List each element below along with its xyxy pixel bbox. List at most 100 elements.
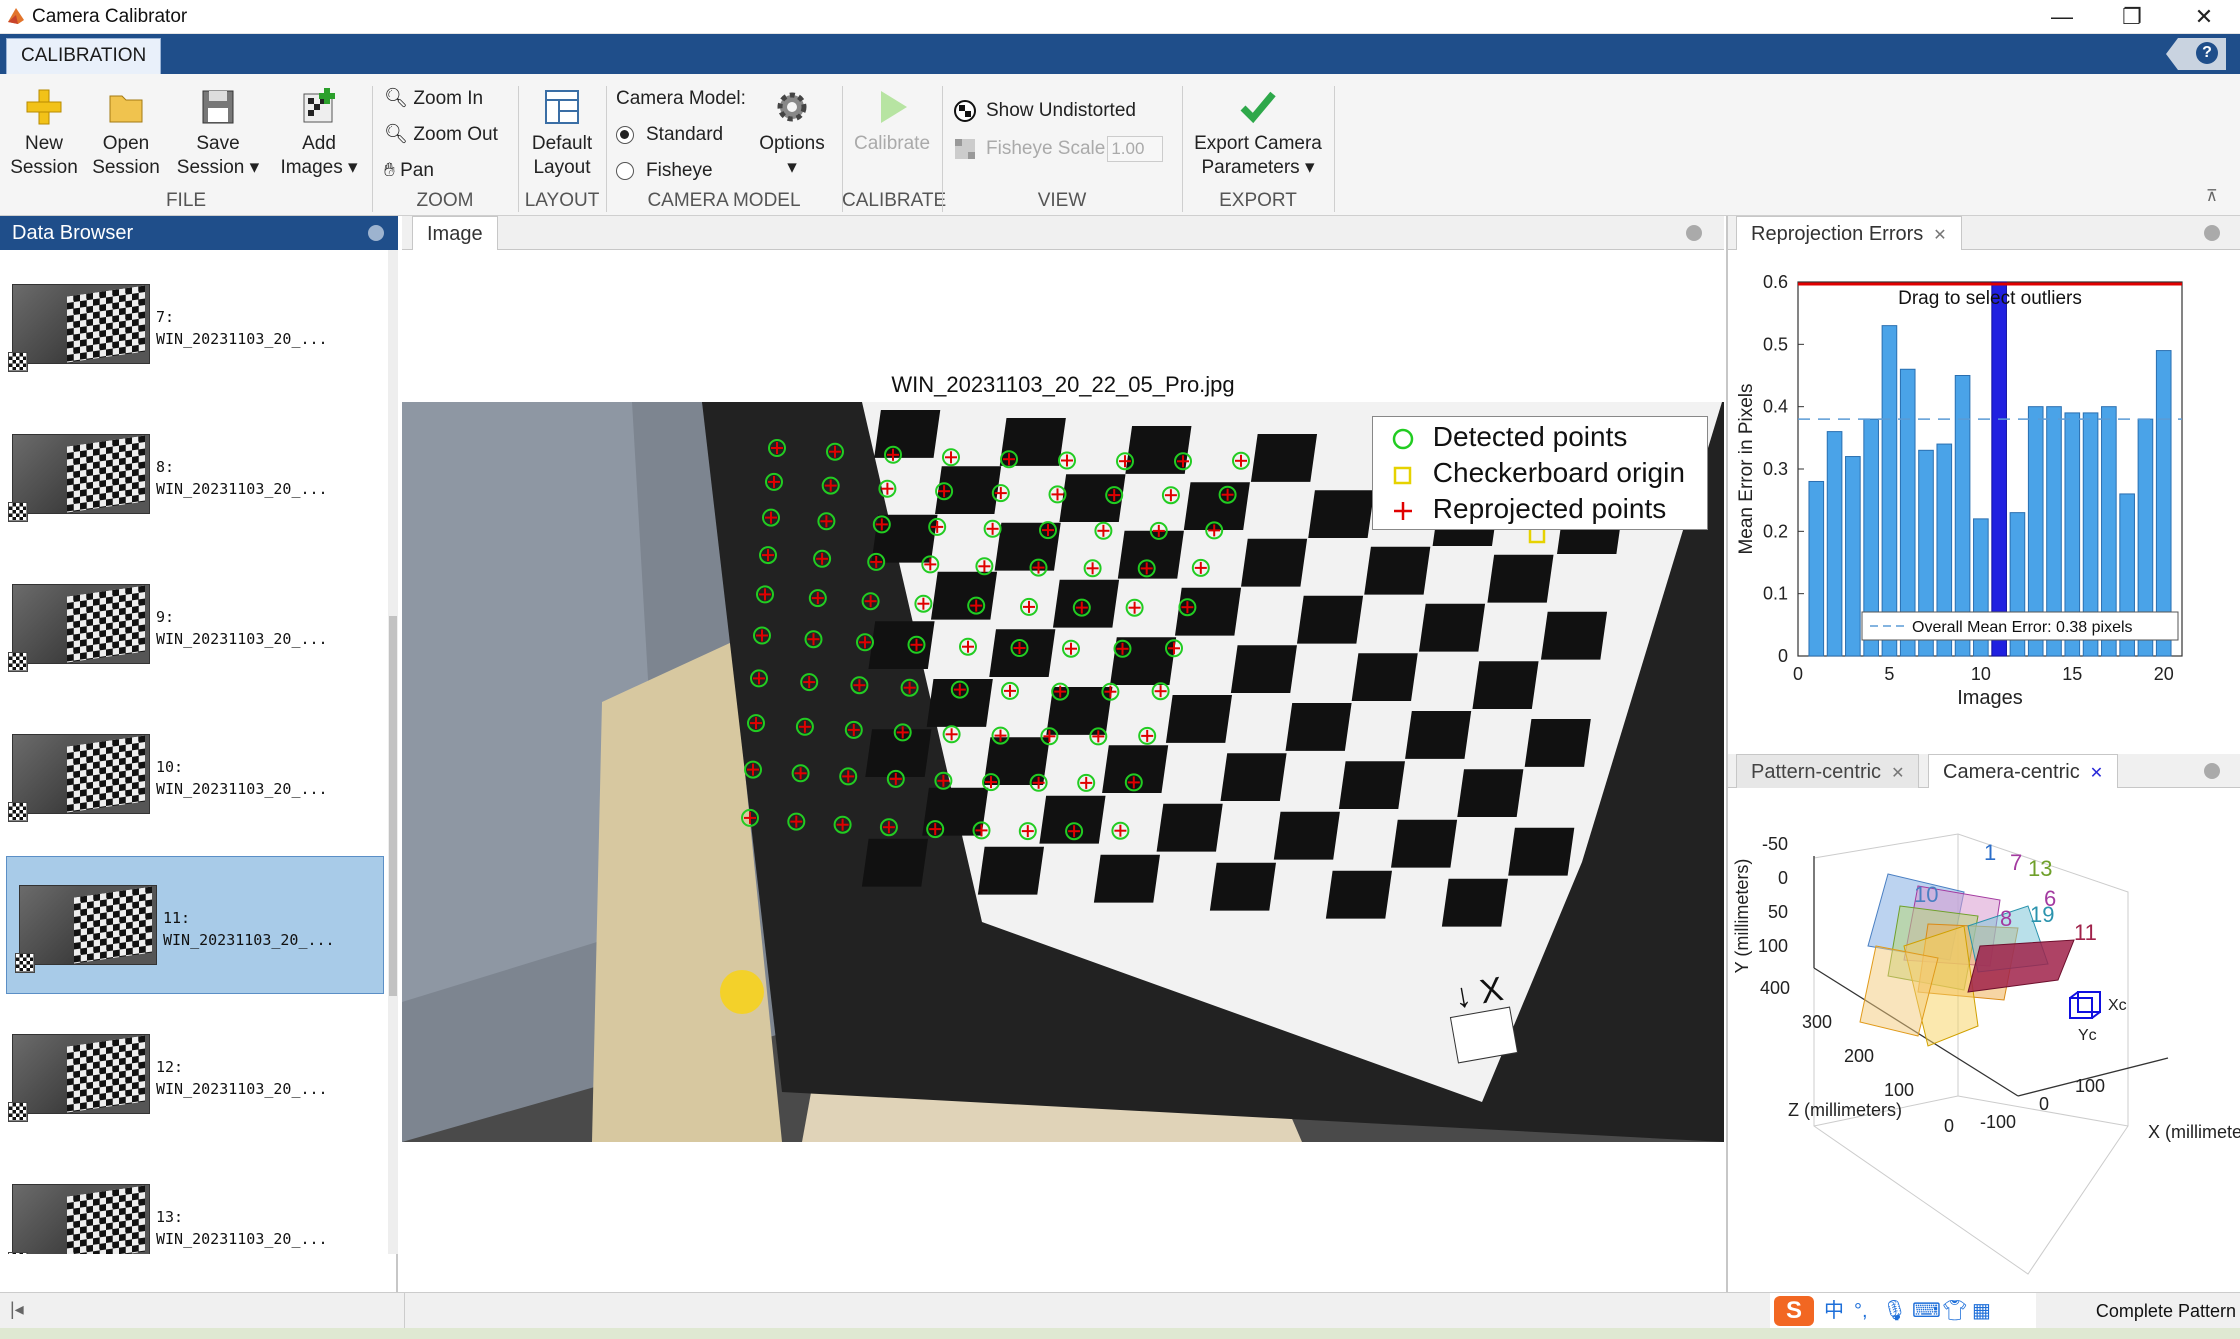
ime-toolbar[interactable]: S 中 °, 🎙︎ ⌨︎ 👕︎ ▦ — [1770, 1293, 2036, 1329]
list-item[interactable]: 7: WIN_20231103_20_... — [0, 256, 386, 396]
new-session-label-2: Session — [10, 157, 78, 178]
add-images-button[interactable]: Add Images ▾ — [272, 88, 366, 180]
tab-image[interactable]: Image — [412, 216, 498, 250]
floppy-disk-icon — [202, 90, 234, 124]
open-session-button[interactable]: Open Session — [90, 88, 162, 180]
detected-point — [1124, 773, 1143, 792]
checker-square — [1165, 695, 1233, 743]
panel-options-icon[interactable] — [368, 225, 384, 241]
ribbon: New Session Open Session Save Session ▾ … — [0, 74, 2240, 216]
red-plus-icon — [1394, 501, 1412, 520]
first-page-icon[interactable]: |◂ — [10, 1299, 24, 1320]
zoom-out-button[interactable]: 🔍︎ Zoom Out — [384, 122, 498, 148]
pane-options-icon[interactable] — [2204, 225, 2220, 241]
pane-options-icon[interactable] — [1686, 225, 1702, 241]
detected-point — [867, 552, 886, 571]
radio-standard[interactable]: Standard — [616, 122, 723, 148]
list-item-label: 12: WIN_20231103_20_... — [156, 1056, 328, 1100]
mean-legend-label: Overall Mean Error: 0.38 pixels — [1912, 619, 2133, 636]
checkerboard-badge-icon — [8, 1102, 28, 1122]
pan-label: Pan — [400, 160, 434, 181]
checker-square — [1418, 603, 1486, 652]
export-camera-parameters-button[interactable]: Export Camera Parameters ▾ — [1188, 88, 1328, 180]
save-session-button[interactable]: Save Session ▾ — [168, 88, 268, 180]
group-label-zoom: ZOOM — [416, 190, 474, 211]
close-tab-icon[interactable]: ✕ — [1933, 227, 1946, 244]
detected-point — [1232, 451, 1250, 470]
collapse-ribbon-icon[interactable]: ⊼ — [2206, 186, 2218, 206]
checkerboard-icon — [954, 99, 976, 122]
detected-point — [747, 714, 765, 733]
detected-point — [983, 519, 1002, 538]
yellow-square-icon — [1393, 466, 1412, 484]
keyboard-icon[interactable]: ⌨︎ — [1912, 1296, 1941, 1326]
list-item-name: WIN_20231103_20_... — [163, 931, 335, 949]
radio-fisheye[interactable]: Fisheye — [616, 158, 713, 184]
close-tab-icon[interactable]: ✕ — [1891, 765, 1904, 782]
restore-button[interactable]: ❐ — [2102, 2, 2162, 32]
zoom-in-label: Zoom In — [413, 88, 484, 109]
default-layout-label-1: Default — [531, 133, 593, 154]
sogou-logo-icon[interactable]: S — [1774, 1296, 1814, 1326]
help-button[interactable]: ? — [2166, 38, 2226, 70]
tab-reprojection-errors[interactable]: Reprojection Errors ✕ — [1736, 216, 1962, 250]
close-tab-icon[interactable]: ✕ — [2090, 765, 2103, 782]
default-layout-button[interactable]: Default Layout — [524, 88, 600, 180]
radio-selected-icon — [616, 125, 634, 144]
list-item[interactable]: 11: WIN_20231103_20_... — [6, 856, 384, 994]
detected-point — [826, 442, 844, 461]
checkerboard-badge-icon — [8, 502, 28, 522]
camera-y-label: Yc — [2078, 1027, 2097, 1044]
z-tick-label: 0 — [1944, 1116, 1954, 1136]
detected-point — [1191, 558, 1210, 577]
close-window-button[interactable]: ✕ — [2174, 2, 2234, 32]
detected-point — [756, 585, 774, 604]
list-item[interactable]: 9: WIN_20231103_20_... — [0, 556, 386, 696]
zoom-in-icon: 🔍︎ — [384, 88, 414, 109]
chinese-mode-icon[interactable]: 中 — [1824, 1296, 1844, 1326]
detected-point — [1165, 639, 1183, 658]
reprojection-error-chart[interactable]: 0 0.1 0.2 0.3 0.4 0.5 0.6 0 5 10 15 20 Images Mean Er… — [1728, 262, 2240, 762]
z-tick-label: 200 — [1844, 1046, 1874, 1066]
list-item[interactable]: 13: WIN_20231103_20_... — [0, 1156, 386, 1254]
options-label: Options — [759, 133, 825, 154]
tab-pattern-centric[interactable]: Pattern-centric ✕ — [1736, 754, 1920, 788]
microphone-icon[interactable]: 🎙︎ — [1882, 1296, 1907, 1326]
minimize-button[interactable]: — — [2032, 2, 2092, 32]
tab-pattern-centric-label: Pattern-centric — [1751, 761, 1882, 783]
checkerboard-badge-icon — [15, 953, 35, 973]
list-item[interactable]: 10: WIN_20231103_20_... — [0, 706, 386, 846]
image-thumbnail — [12, 1034, 150, 1114]
skin-icon[interactable]: 👕︎ — [1942, 1296, 1967, 1326]
detected-point — [991, 484, 1010, 503]
image-title: WIN_20231103_20_22_05_Pro.jpg — [891, 372, 1235, 397]
pane-options-icon[interactable] — [2204, 763, 2220, 779]
detected-point — [921, 555, 940, 574]
tab-camera-centric[interactable]: Camera-centric ✕ — [1928, 754, 2119, 788]
scrollbar-thumb[interactable] — [389, 616, 397, 996]
data-browser-scrollbar[interactable] — [388, 250, 398, 1254]
camera-x-label: Xc — [2108, 997, 2127, 1014]
pan-button[interactable]: ✋︎ Pan — [384, 158, 434, 184]
camera-icon — [2069, 991, 2101, 1019]
ribbon-separator — [1334, 86, 1335, 212]
punctuation-icon[interactable]: °, — [1854, 1296, 1868, 1326]
fisheye-scale-input[interactable]: 1.00 — [1107, 136, 1164, 162]
show-undistorted-button[interactable]: Show Undistorted — [954, 98, 1136, 124]
checker-square — [1117, 530, 1184, 579]
zoom-in-button[interactable]: 🔍︎ Zoom In — [384, 86, 483, 112]
calibrate-button[interactable]: Calibrate — [848, 88, 936, 156]
tab-calibration[interactable]: CALIBRATION — [6, 38, 162, 74]
detected-point — [950, 680, 969, 699]
checker-square — [1508, 827, 1575, 876]
list-item-name: WIN_20231103_20_... — [156, 1230, 328, 1248]
detected-point — [1029, 558, 1048, 577]
toolbox-icon[interactable]: ▦ — [1972, 1296, 1991, 1326]
options-button[interactable]: Options ▾ — [752, 88, 832, 180]
list-item[interactable]: 8: WIN_20231103_20_... — [0, 406, 386, 546]
extrinsics-3d-plot[interactable]: -50 0 50 100 400 300 200 100 0 -100 0 100 Y (millime… — [1728, 796, 2240, 1292]
list-item-index: 10: — [156, 758, 184, 776]
list-item[interactable]: 12: WIN_20231103_20_... — [0, 1006, 386, 1146]
new-session-button[interactable]: New Session — [8, 88, 80, 180]
checker-square — [1052, 579, 1120, 628]
